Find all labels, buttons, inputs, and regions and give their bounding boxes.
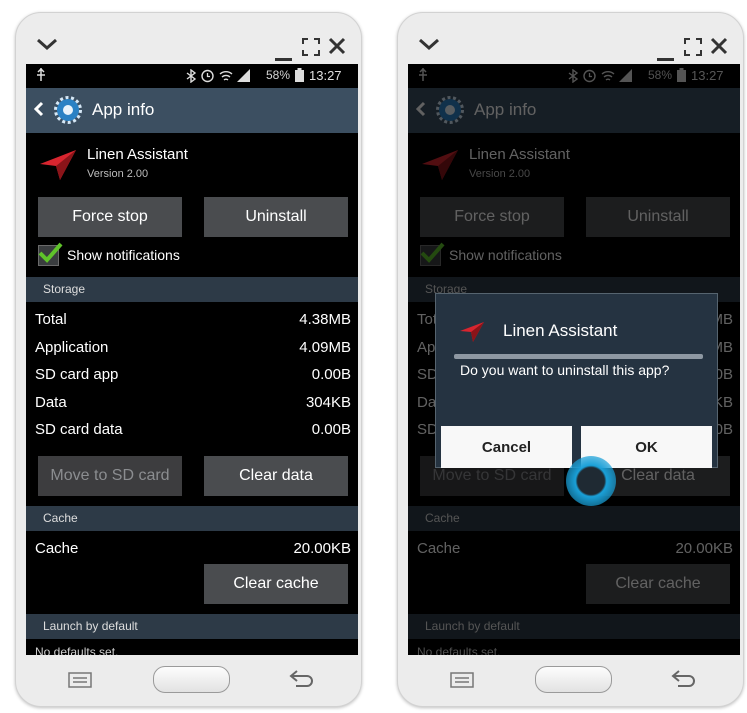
menu-icon[interactable] [68, 672, 92, 688]
back-arrow-icon[interactable] [34, 101, 44, 117]
checkmark-icon [38, 242, 63, 263]
storage-row: SD card data0.00B [35, 421, 351, 438]
settings-gear-icon [54, 96, 82, 124]
battery-icon [295, 68, 304, 82]
maximize-icon[interactable] [301, 37, 321, 57]
show-notifications-label: Show notifications [67, 247, 180, 263]
cancel-button[interactable]: Cancel [441, 426, 572, 468]
close-icon[interactable] [327, 36, 347, 56]
dialog-title: Linen Assistant [503, 321, 618, 340]
screen: 58% 13:27 App info Linen Assistant Versi… [408, 64, 740, 655]
minimize-icon[interactable] [657, 58, 674, 61]
action-bar: App info [26, 88, 358, 133]
app-icon [460, 322, 484, 342]
phone-frame-after: 58% 13:27 App info Linen Assistant Versi… [397, 12, 744, 707]
chevron-down-icon[interactable] [418, 37, 440, 51]
clear-cache-button[interactable]: Clear cache [204, 564, 348, 604]
signal-icon [237, 69, 250, 82]
storage-header: Storage [26, 277, 358, 302]
page-title: App info [92, 100, 155, 119]
status-bar: 58% 13:27 [26, 64, 358, 87]
no-defaults-text: No defaults set. [35, 645, 119, 655]
phone-frame-before: 58% 13:27 App info Linen Assistant Versi… [15, 12, 362, 707]
screen: 58% 13:27 App info Linen Assistant Versi… [26, 64, 358, 655]
chevron-down-icon[interactable] [36, 37, 58, 51]
wifi-icon [219, 70, 233, 81]
back-icon[interactable] [288, 669, 316, 689]
bluetooth-icon [186, 68, 196, 83]
home-icon[interactable] [153, 666, 230, 693]
maximize-icon[interactable] [683, 37, 703, 57]
launch-by-default-header: Launch by default [26, 614, 358, 639]
move-to-sd-card-button: Move to SD card [38, 456, 182, 496]
dialog-divider [454, 354, 703, 359]
home-icon[interactable] [535, 666, 612, 693]
alarm-icon [201, 69, 214, 83]
storage-row: Data304KB [35, 394, 351, 411]
menu-icon[interactable] [450, 672, 474, 688]
show-notifications-checkbox[interactable] [38, 242, 63, 266]
uninstall-dialog: Linen Assistant Do you want to uninstall… [435, 293, 718, 468]
storage-row: Application4.09MB [35, 339, 351, 356]
app-version: Version 2.00 [87, 168, 149, 180]
minimize-icon[interactable] [275, 58, 292, 61]
close-icon[interactable] [709, 36, 729, 56]
touch-indicator [566, 456, 616, 506]
force-stop-button[interactable]: Force stop [38, 197, 182, 237]
storage-row: SD card app0.00B [35, 366, 351, 383]
usb-icon [37, 67, 45, 81]
nav-bar [26, 657, 358, 703]
cache-header: Cache [26, 506, 358, 531]
clear-data-button[interactable]: Clear data [204, 456, 348, 496]
app-name: Linen Assistant [87, 146, 188, 163]
uninstall-button[interactable]: Uninstall [204, 197, 348, 237]
dialog-message: Do you want to uninstall this app? [460, 362, 670, 378]
storage-row: Total4.38MB [35, 311, 351, 328]
back-icon[interactable] [670, 669, 698, 689]
app-icon [40, 150, 76, 180]
cache-row: Cache20.00KB [35, 540, 351, 557]
nav-bar [408, 657, 740, 703]
battery-percent: 58% [266, 68, 291, 82]
clock: 13:27 [309, 68, 342, 83]
